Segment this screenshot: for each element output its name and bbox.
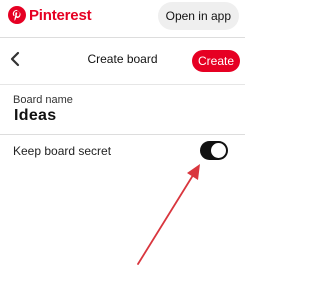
brand-name: Pinterest	[29, 6, 92, 24]
field-divider	[0, 134, 245, 135]
toggle-knob	[211, 143, 226, 158]
board-name-label: Board name	[13, 94, 73, 106]
header-divider	[0, 37, 245, 38]
pinterest-logo[interactable]: Pinterest	[8, 6, 92, 24]
top-bar: Pinterest Open in app	[0, 0, 245, 34]
pinterest-logo-icon	[8, 6, 26, 24]
keep-secret-label: Keep board secret	[13, 144, 112, 158]
board-name-field[interactable]: Ideas	[14, 107, 56, 125]
toolbar-divider	[0, 84, 245, 85]
create-button[interactable]: Create	[192, 50, 240, 72]
keep-secret-toggle[interactable]	[200, 141, 228, 160]
open-in-app-button[interactable]: Open in app	[157, 2, 239, 30]
